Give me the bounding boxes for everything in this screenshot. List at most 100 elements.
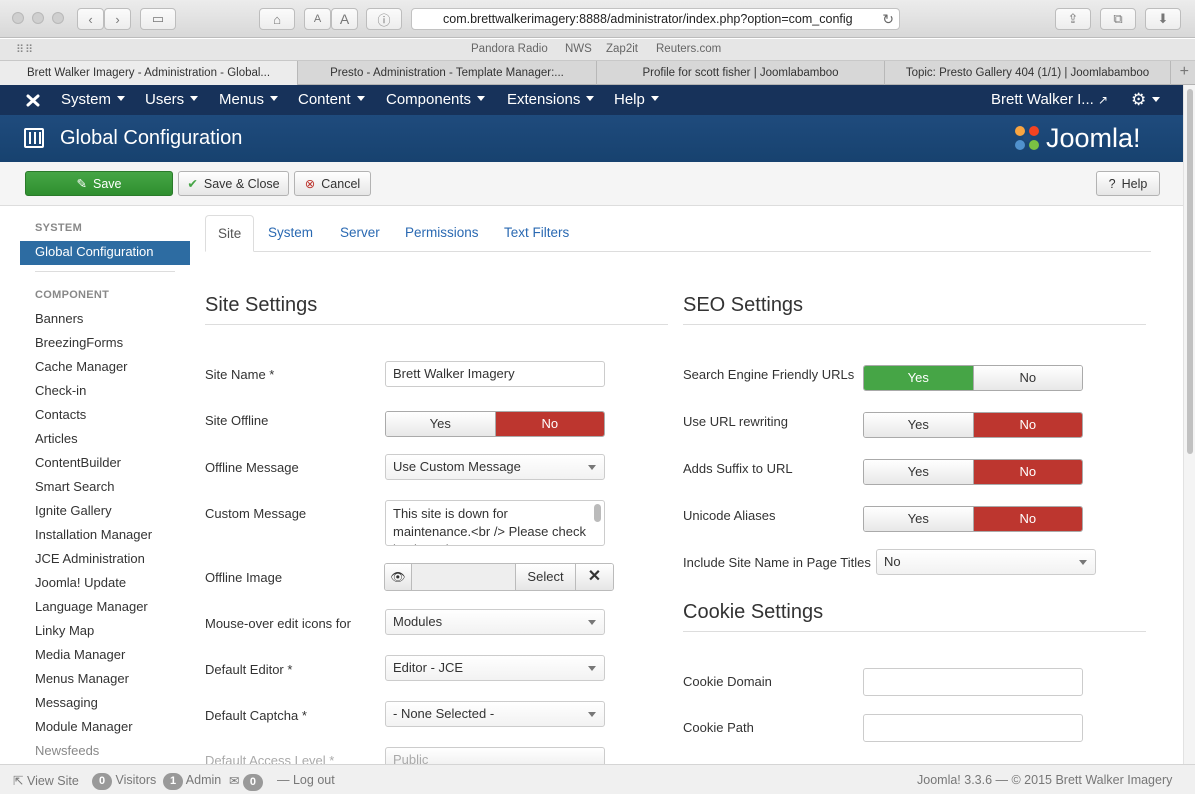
yes-option[interactable]: Yes	[864, 366, 973, 390]
yes-option[interactable]: Yes	[386, 412, 495, 436]
eye-icon[interactable]: 👁	[385, 564, 412, 590]
bookmark-nws[interactable]: NWS	[565, 43, 592, 55]
yes-option[interactable]: Yes	[864, 507, 973, 531]
sidebar-item-cache-manager[interactable]: Cache Manager	[35, 359, 128, 374]
no-option[interactable]: No	[972, 460, 1082, 484]
offline-image-path[interactable]	[412, 564, 515, 590]
url-rewriting-toggle[interactable]: Yes No	[863, 412, 1083, 438]
scroll-thumb[interactable]	[1187, 89, 1193, 454]
grid-icon[interactable]: ⠿⠿	[16, 43, 34, 56]
reader-button[interactable]: ⓘ	[366, 8, 402, 30]
default-access-select[interactable]: Public	[385, 747, 605, 764]
cancel-button[interactable]: ⊗ Cancel	[294, 171, 371, 196]
menu-menus[interactable]: Menus	[219, 85, 279, 115]
home-button[interactable]: ⌂	[259, 8, 295, 30]
address-bar[interactable]: com.brettwalkerimagery:8888/administrato…	[411, 8, 900, 30]
no-option[interactable]: No	[972, 366, 1082, 390]
new-tab-icon[interactable]: +	[1180, 63, 1189, 81]
close-window-button[interactable]	[12, 12, 24, 24]
tabs-overview-button[interactable]: ⧉	[1100, 8, 1136, 30]
sidebar-item-breezingforms[interactable]: BreezingForms	[35, 335, 123, 350]
tab-text-filters[interactable]: Text Filters	[492, 215, 581, 252]
sidebar-item-language-manager[interactable]: Language Manager	[35, 599, 148, 614]
yes-option[interactable]: Yes	[864, 460, 973, 484]
user-site-link[interactable]: Brett Walker I... ↗	[991, 85, 1108, 115]
custom-message-textarea[interactable]: This site is down for maintenance.<br />…	[385, 500, 605, 546]
sidebar-item-newsfeeds[interactable]: Newsfeeds	[35, 743, 99, 758]
sidebar-item-ignite-gallery[interactable]: Ignite Gallery	[35, 503, 112, 518]
menu-extensions[interactable]: Extensions	[507, 85, 595, 115]
bookmark-zap2it[interactable]: Zap2it	[606, 43, 638, 55]
sidebar-item-joomla-update[interactable]: Joomla! Update	[35, 575, 126, 590]
menu-users[interactable]: Users	[145, 85, 199, 115]
custom-message-label: Custom Message	[205, 506, 307, 521]
zoom-window-button[interactable]	[52, 12, 64, 24]
sidebar-item-linky-map[interactable]: Linky Map	[35, 623, 94, 638]
bookmark-reuters[interactable]: Reuters.com	[656, 43, 721, 55]
mouseover-select[interactable]: Modules	[385, 609, 605, 635]
sidebar-item-menus-manager[interactable]: Menus Manager	[35, 671, 129, 686]
sidebar-item-jce-administration[interactable]: JCE Administration	[35, 551, 145, 566]
help-button[interactable]: ? Help	[1096, 171, 1160, 196]
page-scrollbar[interactable]	[1183, 85, 1195, 764]
messages-status[interactable]: ✉ 0	[229, 773, 263, 791]
text-smaller-button[interactable]: A	[304, 8, 331, 30]
site-name-input[interactable]: Brett Walker Imagery	[385, 361, 605, 387]
tab-server[interactable]: Server	[328, 215, 392, 252]
browser-tab-3[interactable]: Profile for scott fisher | Joomlabamboo	[597, 61, 885, 85]
minimize-window-button[interactable]	[32, 12, 44, 24]
sitename-titles-select[interactable]: No	[876, 549, 1096, 575]
offline-image-select-button[interactable]: Select	[515, 564, 575, 590]
sidebar-item-smart-search[interactable]: Smart Search	[35, 479, 114, 494]
menu-help[interactable]: Help	[614, 85, 659, 115]
sidebar-item-contacts[interactable]: Contacts	[35, 407, 86, 422]
no-option[interactable]: No	[494, 412, 604, 436]
menu-components[interactable]: Components	[386, 85, 486, 115]
sidebar-item-global-configuration[interactable]: Global Configuration	[20, 241, 190, 265]
menu-content[interactable]: Content	[298, 85, 365, 115]
tab-site[interactable]: Site	[205, 215, 255, 252]
default-captcha-select[interactable]: - None Selected -	[385, 701, 605, 727]
browser-tab-1[interactable]: Brett Walker Imagery - Administration - …	[0, 61, 298, 85]
sidebar-toggle-button[interactable]: ▭	[140, 8, 176, 30]
no-option[interactable]: No	[972, 507, 1082, 531]
bookmark-pandora[interactable]: Pandora Radio	[471, 43, 548, 55]
sidebar-item-media-manager[interactable]: Media Manager	[35, 647, 125, 662]
yes-option[interactable]: Yes	[864, 413, 973, 437]
sef-urls-toggle[interactable]: Yes No	[863, 365, 1083, 391]
default-editor-select[interactable]: Editor - JCE	[385, 655, 605, 681]
downloads-button[interactable]: ⬇	[1145, 8, 1181, 30]
offline-message-select[interactable]: Use Custom Message	[385, 454, 605, 480]
sidebar-item-articles[interactable]: Articles	[35, 431, 78, 446]
no-option[interactable]: No	[972, 413, 1082, 437]
unicode-aliases-toggle[interactable]: Yes No	[863, 506, 1083, 532]
textarea-scrollbar[interactable]	[594, 504, 601, 522]
user-settings-menu[interactable]: ⚙	[1131, 85, 1161, 115]
sidebar-item-module-manager[interactable]: Module Manager	[35, 719, 133, 734]
sidebar-item-banners[interactable]: Banners	[35, 311, 83, 326]
reload-icon[interactable]: ↻	[882, 11, 894, 28]
site-offline-toggle[interactable]: Yes No	[385, 411, 605, 437]
share-button[interactable]: ⇪	[1055, 8, 1091, 30]
cookie-path-input[interactable]	[863, 714, 1083, 742]
url-suffix-toggle[interactable]: Yes No	[863, 459, 1083, 485]
save-close-button[interactable]: ✔ Save & Close	[178, 171, 289, 196]
menu-system[interactable]: System	[61, 85, 126, 115]
browser-tab-4[interactable]: Topic: Presto Gallery 404 (1/1) | Joomla…	[885, 61, 1171, 85]
sidebar-item-messaging[interactable]: Messaging	[35, 695, 98, 710]
forward-button[interactable]: ›	[104, 8, 131, 30]
tab-permissions[interactable]: Permissions	[393, 215, 491, 252]
joomla-icon[interactable]	[24, 92, 42, 109]
logout-link[interactable]: — Log out	[277, 773, 335, 787]
save-button[interactable]: ✎ Save	[25, 171, 173, 196]
view-site-link[interactable]: ⇱ View Site	[13, 773, 79, 788]
tab-system[interactable]: System	[256, 215, 325, 252]
text-bigger-button[interactable]: A	[331, 8, 358, 30]
clear-icon[interactable]: ✕	[575, 564, 613, 590]
cookie-domain-input[interactable]	[863, 668, 1083, 696]
sidebar-item-check-in[interactable]: Check-in	[35, 383, 86, 398]
browser-tab-2[interactable]: Presto - Administration - Template Manag…	[298, 61, 597, 85]
back-button[interactable]: ‹	[77, 8, 104, 30]
sidebar-item-contentbuilder[interactable]: ContentBuilder	[35, 455, 121, 470]
sidebar-item-installation-manager[interactable]: Installation Manager	[35, 527, 152, 542]
